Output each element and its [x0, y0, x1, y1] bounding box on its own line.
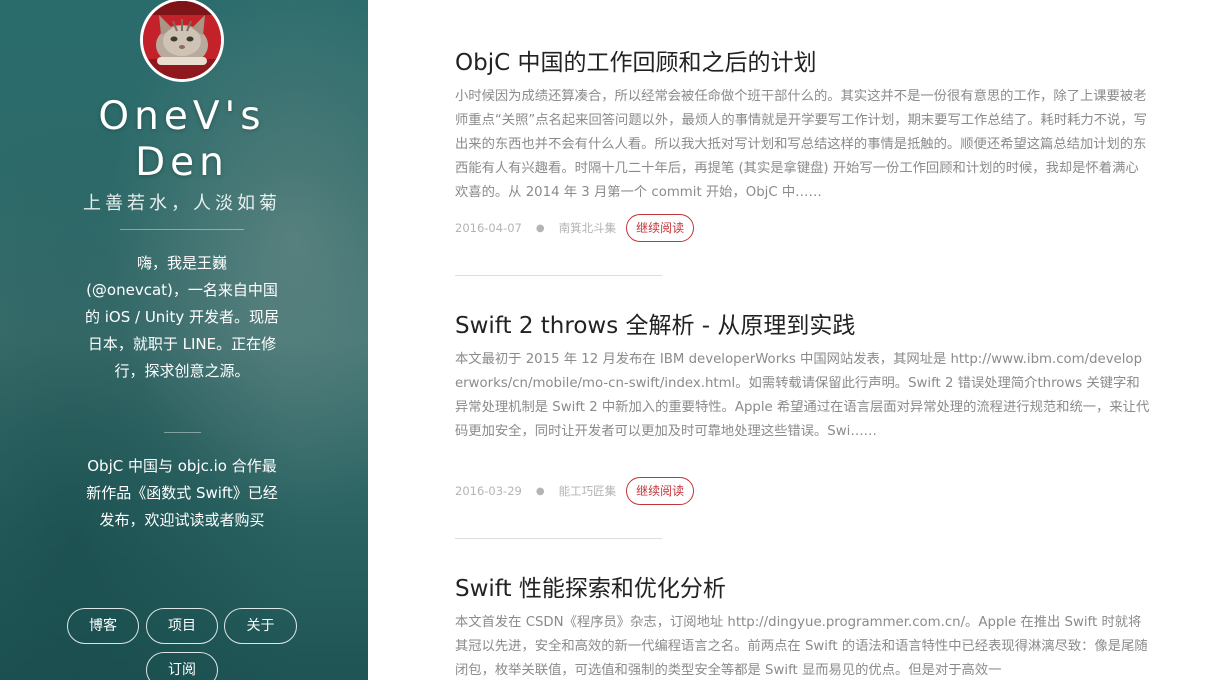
- bullet-icon: ●: [535, 222, 545, 234]
- sidebar-divider: [164, 432, 201, 433]
- post-meta: 2016-04-07 ● 南箕北斗集 继续阅读: [455, 213, 695, 243]
- sidebar-divider: [120, 229, 244, 230]
- site-title-line-2: Den: [135, 140, 229, 185]
- cat-avatar-image: [143, 1, 221, 79]
- post-excerpt: 本文首发在 CSDN《程序员》杂志，订阅地址 http://dingyue.pr…: [455, 615, 1148, 678]
- post-category[interactable]: 南箕北斗集: [559, 220, 617, 236]
- site-title-line-1: OneV's: [98, 94, 266, 139]
- post-title[interactable]: ObjC 中国的工作回顾和之后的计划: [455, 48, 1150, 78]
- post-excerpt: 本文最初于 2015 年 12 月发布在 IBM developerWorks …: [455, 352, 1150, 439]
- bullet-icon: ●: [535, 485, 545, 497]
- post-meta: 2016-03-29 ● 能工巧匠集 继续阅读: [455, 476, 695, 506]
- nav-blog-button[interactable]: 博客: [67, 608, 139, 644]
- avatar[interactable]: [140, 0, 224, 82]
- post-divider: [455, 538, 662, 539]
- post-excerpt: 小时候因为成绩还算凑合，所以经常会被任命做个班干部什么的。其实这并不是一份很有意…: [455, 89, 1147, 200]
- sidebar: OneV's Den 上善若水，人淡如菊 嗨，我是王巍 (@onevcat)，一…: [0, 0, 368, 680]
- nav-about-button[interactable]: 关于: [224, 608, 297, 644]
- site-tagline: 上善若水，人淡如菊: [83, 193, 281, 214]
- nav-subscribe-button[interactable]: 订阅: [146, 652, 218, 680]
- post-divider: [455, 275, 662, 276]
- book-promo: ObjC 中国与 objc.io 合作最新作品《函数式 Swift》已经发布，欢…: [86, 457, 278, 529]
- read-more-button[interactable]: 继续阅读: [626, 477, 695, 505]
- author-bio: 嗨，我是王巍 (@onevcat)，一名来自中国的 iOS / Unity 开发…: [84, 254, 280, 380]
- post-title[interactable]: Swift 性能探索和优化分析: [455, 574, 1150, 604]
- post-date: 2016-04-07: [455, 221, 522, 235]
- nav-projects-button[interactable]: 项目: [146, 608, 218, 644]
- post-date: 2016-03-29: [455, 484, 522, 498]
- read-more-button[interactable]: 继续阅读: [626, 214, 695, 242]
- post-item: Swift 2 throws 全解析 - 从原理到实践 本文最初于 2015 年…: [455, 311, 1150, 505]
- post-title[interactable]: Swift 2 throws 全解析 - 从原理到实践: [455, 311, 1150, 341]
- post-item: Swift 性能探索和优化分析 本文首发在 CSDN《程序员》杂志，订阅地址 h…: [455, 574, 1150, 683]
- site-title[interactable]: OneV's Den: [0, 94, 364, 186]
- post-category[interactable]: 能工巧匠集: [559, 483, 617, 499]
- post-item: ObjC 中国的工作回顾和之后的计划 小时候因为成绩还算凑合，所以经常会被任命做…: [455, 48, 1150, 242]
